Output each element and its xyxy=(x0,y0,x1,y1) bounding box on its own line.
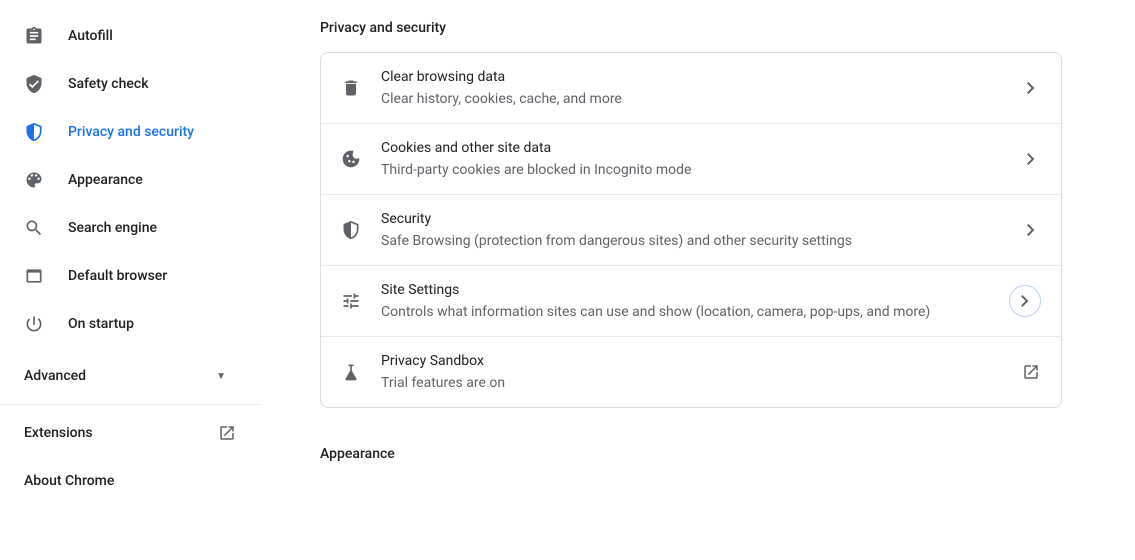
section-title-appearance: Appearance xyxy=(320,438,1135,478)
sidebar-item-privacy-security[interactable]: Privacy and security xyxy=(0,112,260,152)
power-icon xyxy=(24,314,44,334)
row-title: Clear browsing data xyxy=(381,67,1009,87)
cookie-icon xyxy=(341,149,361,169)
palette-icon xyxy=(24,170,44,190)
row-title: Privacy Sandbox xyxy=(381,351,1009,371)
sidebar-advanced-label: Advanced xyxy=(24,368,86,384)
main-content: Privacy and security Clear browsing data… xyxy=(260,0,1135,509)
sidebar-divider xyxy=(0,404,260,405)
sidebar-item-autofill[interactable]: Autofill xyxy=(0,16,260,56)
sidebar-item-safety-check[interactable]: Safety check xyxy=(0,64,260,104)
chevron-right-icon xyxy=(1021,224,1041,236)
sidebar-item-label: Search engine xyxy=(68,220,157,236)
clipboard-icon xyxy=(24,26,44,46)
sidebar-item-on-startup[interactable]: On startup xyxy=(0,304,260,344)
sidebar-item-label: Default browser xyxy=(68,268,167,284)
shield-icon xyxy=(24,122,44,142)
sidebar-item-search-engine[interactable]: Search engine xyxy=(0,208,260,248)
tune-icon xyxy=(341,291,361,311)
row-security[interactable]: Security Safe Browsing (protection from … xyxy=(321,194,1061,265)
row-clear-browsing-data[interactable]: Clear browsing data Clear history, cooki… xyxy=(321,53,1061,123)
sidebar-item-label: Privacy and security xyxy=(68,124,194,140)
row-subtitle: Trial features are on xyxy=(381,373,1009,393)
open-in-new-icon xyxy=(218,424,236,442)
privacy-security-card: Clear browsing data Clear history, cooki… xyxy=(320,52,1062,408)
settings-sidebar: Autofill Safety check Privacy and securi… xyxy=(0,0,260,509)
row-privacy-sandbox[interactable]: Privacy Sandbox Trial features are on xyxy=(321,336,1061,407)
row-subtitle: Controls what information sites can use … xyxy=(381,302,997,322)
trash-icon xyxy=(341,78,361,98)
sidebar-item-label: About Chrome xyxy=(24,473,114,489)
row-cookies[interactable]: Cookies and other site data Third-party … xyxy=(321,123,1061,194)
row-title: Cookies and other site data xyxy=(381,138,1009,158)
sidebar-item-label: On startup xyxy=(68,316,134,332)
chevron-right-focused-icon xyxy=(1009,285,1041,317)
section-title-privacy: Privacy and security xyxy=(320,12,1135,52)
row-subtitle: Safe Browsing (protection from dangerous… xyxy=(381,231,1009,251)
row-title: Site Settings xyxy=(381,280,997,300)
open-in-new-icon xyxy=(1021,363,1041,381)
browser-window-icon xyxy=(24,266,44,286)
sidebar-advanced-toggle[interactable]: Advanced ▼ xyxy=(0,356,260,396)
chevron-down-icon: ▼ xyxy=(216,371,236,382)
flask-icon xyxy=(341,362,361,382)
row-subtitle: Clear history, cookies, cache, and more xyxy=(381,89,1009,109)
row-title: Security xyxy=(381,209,1009,229)
chevron-right-icon xyxy=(1021,153,1041,165)
sidebar-item-label: Safety check xyxy=(68,76,149,92)
sidebar-item-default-browser[interactable]: Default browser xyxy=(0,256,260,296)
search-icon xyxy=(24,218,44,238)
sidebar-item-label: Appearance xyxy=(68,172,143,188)
sidebar-item-extensions[interactable]: Extensions xyxy=(0,413,260,453)
shield-check-icon xyxy=(24,74,44,94)
shield-icon xyxy=(341,220,361,240)
row-site-settings[interactable]: Site Settings Controls what information … xyxy=(321,265,1061,336)
sidebar-item-label: Autofill xyxy=(68,28,113,44)
sidebar-item-appearance[interactable]: Appearance xyxy=(0,160,260,200)
sidebar-item-label: Extensions xyxy=(24,425,93,441)
chevron-right-icon xyxy=(1021,82,1041,94)
row-subtitle: Third-party cookies are blocked in Incog… xyxy=(381,160,1009,180)
sidebar-item-about-chrome[interactable]: About Chrome xyxy=(0,461,260,501)
